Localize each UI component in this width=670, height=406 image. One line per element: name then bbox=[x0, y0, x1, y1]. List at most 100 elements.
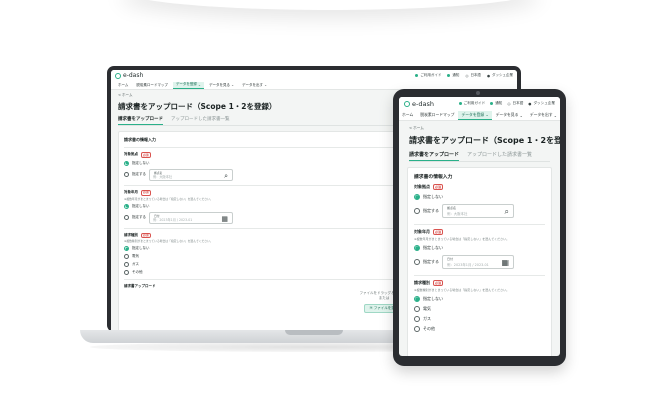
help-icon bbox=[415, 74, 419, 77]
location-option-none[interactable]: 指定しない bbox=[414, 194, 545, 200]
logo[interactable]: e-dash bbox=[404, 100, 434, 108]
radio[interactable] bbox=[124, 215, 129, 221]
notice-link[interactable]: 通知 bbox=[490, 101, 502, 106]
background-glow bbox=[120, 0, 540, 10]
app-header: e-dash ご利用ガイド 通知 ◎ 日本語 ● ダッシュ企業 bbox=[399, 97, 560, 110]
user-icon: ● bbox=[486, 73, 490, 78]
radio[interactable] bbox=[124, 254, 129, 260]
nav-export[interactable]: データを出す ⌄ bbox=[527, 111, 560, 120]
date-option-none[interactable]: 指定しない bbox=[414, 245, 545, 251]
language-menu[interactable]: ◎ 日本語 bbox=[507, 101, 523, 106]
radio-checked[interactable] bbox=[414, 296, 420, 302]
guide-link[interactable]: ご利用ガイド bbox=[458, 101, 485, 106]
header-actions: ご利用ガイド 通知 ◎ 日本語 ● ダッシュ企業 bbox=[454, 101, 555, 106]
radio[interactable] bbox=[414, 259, 420, 265]
nav-view[interactable]: データを見る ⌄ bbox=[206, 82, 237, 89]
location-label: 対象拠点 必須 bbox=[414, 184, 444, 190]
chevron-down-icon: ⌄ bbox=[552, 112, 557, 118]
nav-register[interactable]: データを登録 ⌄ bbox=[458, 110, 492, 120]
page-title: 請求書をアップロード（Scope 1・2を登録） bbox=[409, 136, 560, 145]
nav-export[interactable]: データを出す ⌄ bbox=[239, 82, 270, 89]
radio[interactable] bbox=[124, 262, 129, 268]
location-input[interactable]: 拠点名 例：大阪本社 ⌕ bbox=[149, 168, 233, 181]
nav-home[interactable]: ホーム bbox=[115, 82, 131, 89]
chevron-down-icon: ⌄ bbox=[196, 82, 201, 87]
required-badge: 必須 bbox=[141, 232, 151, 239]
logo-icon bbox=[115, 72, 121, 79]
bell-icon bbox=[447, 74, 451, 77]
tab-bar: 請求書をアップロード アップロードした請求書一覧 bbox=[409, 151, 550, 162]
camera-icon bbox=[476, 91, 480, 95]
required-badge: 必須 bbox=[141, 189, 151, 196]
radio[interactable] bbox=[124, 172, 129, 178]
type-option-other[interactable]: その他 bbox=[414, 326, 545, 332]
radio[interactable] bbox=[414, 326, 420, 332]
search-icon[interactable]: ⌕ bbox=[505, 207, 509, 217]
divider bbox=[414, 275, 545, 276]
date-hint: ※複数年月がまとまっている場合は「指定しない」を選んでください。 bbox=[414, 237, 510, 241]
globe-icon: ◎ bbox=[465, 73, 469, 78]
app-header: e-dash ご利用ガイド 通知 ◎ 日本語 ● ダッシュ企業 bbox=[111, 70, 517, 81]
required-badge: 必須 bbox=[433, 229, 444, 235]
date-label: 対象年月 必須 bbox=[414, 229, 444, 235]
type-option-none[interactable]: 指定しない bbox=[414, 296, 545, 302]
bell-icon bbox=[490, 102, 494, 105]
language-menu[interactable]: ◎ 日本語 bbox=[465, 73, 481, 78]
nav-roadmap[interactable]: 脱炭素ロードマップ bbox=[417, 111, 457, 120]
globe-icon: ◎ bbox=[507, 101, 511, 106]
radio-checked[interactable] bbox=[124, 160, 129, 166]
tablet-display: e-dash ご利用ガイド 通知 ◎ 日本語 ● ダッシュ企業 ホーム 脱炭素ロード… bbox=[399, 97, 560, 356]
required-badge: 必須 bbox=[433, 280, 444, 286]
date-input[interactable]: 日付 例：2023年1月 / 2023-01 ▦ bbox=[442, 255, 514, 269]
user-icon: ● bbox=[528, 101, 532, 106]
radio[interactable] bbox=[414, 208, 420, 214]
tab-upload[interactable]: 請求書をアップロード bbox=[409, 151, 460, 161]
tab-uploaded-list[interactable]: アップロードした請求書一覧 bbox=[467, 151, 532, 161]
logo[interactable]: e-dash bbox=[115, 72, 143, 79]
main-nav: ホーム 脱炭素ロードマップ データを登録 ⌄ データを見る ⌄ データを出す ⌄ bbox=[399, 110, 560, 121]
form-card: 請求書の情報入力 対象拠点 必須 指定しない 指定する 拠点名 例：大阪本社 ⌕ … bbox=[407, 167, 552, 356]
location-input[interactable]: 拠点名 例：大阪本社 ⌕ bbox=[442, 204, 514, 218]
radio[interactable] bbox=[124, 270, 129, 276]
calendar-icon[interactable]: ▦ bbox=[221, 215, 228, 223]
chevron-down-icon: ⌄ bbox=[484, 112, 489, 117]
type-label: 請求種別 必須 bbox=[414, 280, 444, 286]
breadcrumb[interactable]: < ホーム bbox=[399, 121, 560, 131]
guide-link[interactable]: ご利用ガイド bbox=[415, 73, 441, 78]
nav-home[interactable]: ホーム bbox=[399, 111, 416, 120]
help-icon bbox=[458, 102, 462, 105]
search-icon[interactable]: ⌕ bbox=[224, 172, 228, 181]
radio-checked[interactable] bbox=[414, 245, 420, 251]
type-hint: ※複数種別がまとまっている場合は「指定しない」を選んでください。 bbox=[414, 288, 510, 292]
date-input[interactable]: 日付 例：2023年1月 / 2023-01 ▦ bbox=[149, 211, 233, 224]
required-badge: 必須 bbox=[141, 152, 151, 158]
user-menu[interactable]: ● ダッシュ企業 bbox=[487, 73, 513, 78]
user-menu[interactable]: ● ダッシュ企業 bbox=[528, 101, 555, 106]
logo-icon bbox=[404, 100, 410, 107]
nav-register[interactable]: データを登録 ⌄ bbox=[172, 81, 204, 89]
header-actions: ご利用ガイド 通知 ◎ 日本語 ● ダッシュ企業 bbox=[409, 73, 513, 78]
chevron-down-icon: ⌄ bbox=[263, 83, 268, 87]
nav-roadmap[interactable]: 脱炭素ロードマップ bbox=[133, 82, 171, 89]
tablet: e-dash ご利用ガイド 通知 ◎ 日本語 ● ダッシュ企業 ホーム 脱炭素ロード… bbox=[393, 89, 566, 366]
type-option-electricity[interactable]: 電気 bbox=[414, 306, 545, 312]
laptop-notch bbox=[285, 330, 343, 335]
tab-uploaded-list[interactable]: アップロードした請求書一覧 bbox=[171, 116, 230, 125]
radio[interactable] bbox=[414, 306, 420, 312]
radio-checked[interactable] bbox=[124, 203, 129, 209]
location-option-specify[interactable]: 指定する 拠点名 例：大阪本社 ⌕ bbox=[414, 204, 545, 218]
calendar-icon[interactable]: ▦ bbox=[501, 258, 509, 267]
divider bbox=[414, 224, 545, 225]
radio-checked[interactable] bbox=[414, 194, 420, 200]
tab-upload[interactable]: 請求書をアップロード bbox=[118, 116, 163, 125]
type-option-gas[interactable]: ガス bbox=[414, 316, 545, 322]
chevron-down-icon: ⌄ bbox=[229, 83, 234, 87]
section-title: 請求書の情報入力 bbox=[414, 175, 453, 180]
chevron-down-icon: ⌄ bbox=[518, 112, 523, 118]
nav-view[interactable]: データを見る ⌄ bbox=[493, 111, 526, 120]
radio[interactable] bbox=[414, 316, 420, 322]
radio-checked[interactable] bbox=[124, 246, 129, 252]
notice-link[interactable]: 通知 bbox=[447, 73, 459, 78]
date-option-specify[interactable]: 指定する 日付 例：2023年1月 / 2023-01 ▦ bbox=[414, 255, 545, 269]
required-badge: 必須 bbox=[433, 184, 444, 190]
